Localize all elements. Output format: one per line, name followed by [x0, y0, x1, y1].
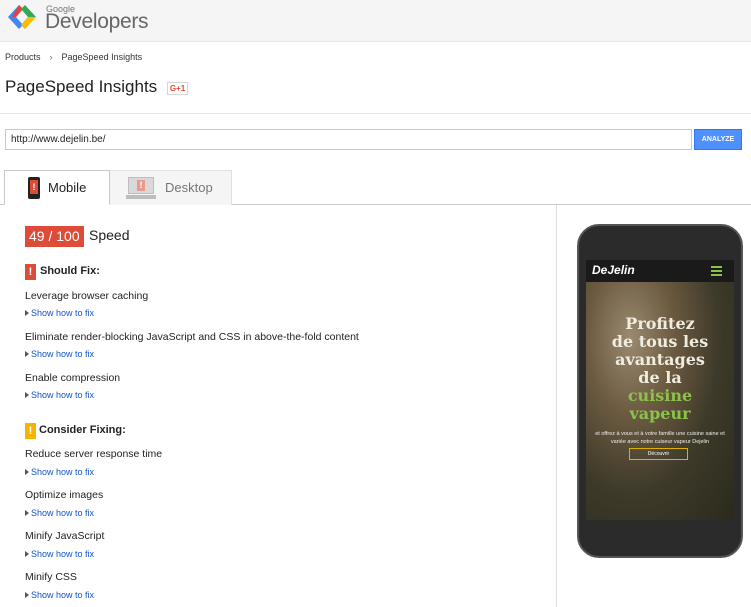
tab-mobile[interactable]: ! Mobile [4, 170, 110, 205]
mobile-phone-icon: ! [28, 177, 40, 199]
triangle-right-icon [25, 351, 29, 357]
gplus-button[interactable]: G+1 [167, 82, 188, 95]
triangle-right-icon [25, 510, 29, 516]
preview-navbar: DeJelin [586, 260, 734, 282]
rule-title: Leverage browser caching [25, 290, 149, 302]
chevron-right-icon: › [49, 52, 53, 62]
desktop-monitor-icon: ! [126, 177, 156, 200]
breadcrumb-item-products[interactable]: Products [5, 52, 41, 62]
triangle-right-icon [25, 310, 29, 316]
triangle-right-icon [25, 551, 29, 557]
mobile-preview-screen: DeJelin Profitez de tous les avantages d… [586, 260, 734, 520]
rule-title: Reduce server response time [25, 448, 163, 460]
breadcrumb-item-pagespeed[interactable]: PageSpeed Insights [62, 52, 143, 62]
show-how-to-fix-link[interactable]: Show how to fix [25, 467, 94, 477]
rule-title: Optimize images [25, 489, 104, 501]
mobile-preview-device: DeJelin Profitez de tous les avantages d… [577, 224, 743, 558]
google-developers-chevrons-icon[interactable] [5, 3, 39, 31]
show-how-to-fix-link[interactable]: Show how to fix [25, 349, 94, 359]
warning-yellow-icon: ! [25, 423, 36, 439]
show-how-to-fix-link[interactable]: Show how to fix [25, 390, 94, 400]
show-how-to-fix-link[interactable]: Show how to fix [25, 590, 94, 600]
show-how-to-fix-link[interactable]: Show how to fix [25, 549, 94, 559]
show-how-to-fix-link[interactable]: Show how to fix [25, 508, 94, 518]
score-label: Speed [89, 227, 130, 243]
triangle-right-icon [25, 392, 29, 398]
tab-desktop-label: Desktop [165, 180, 213, 195]
rule-title: Minify CSS [25, 571, 77, 583]
rule-title: Enable compression [25, 372, 121, 384]
page-title: PageSpeed Insights [5, 77, 158, 96]
top-bar: Google Developers [0, 0, 751, 42]
triangle-right-icon [25, 469, 29, 475]
logo-developers-text[interactable]: Developers [45, 10, 149, 34]
breadcrumb: Products › PageSpeed Insights [5, 52, 142, 62]
analyze-button[interactable]: ANALYZE [694, 129, 742, 150]
rule-title: Minify JavaScript [25, 530, 105, 542]
triangle-right-icon [25, 592, 29, 598]
warning-red-icon: ! [25, 264, 36, 280]
panel-divider [556, 205, 557, 607]
preview-brand-logo: DeJelin [592, 263, 635, 277]
tab-mobile-label: Mobile [48, 180, 87, 195]
device-tabs: ! Mobile ! Desktop [0, 170, 751, 205]
url-input[interactable] [5, 129, 692, 150]
rule-title: Eliminate render-blocking JavaScript and… [25, 331, 359, 343]
divider [0, 113, 751, 114]
hamburger-menu-icon [711, 266, 722, 276]
preview-cta-button: Découvrir [629, 448, 688, 460]
preview-headline: Profitez de tous les avantages de la cui… [611, 314, 709, 423]
score-badge: 49 / 100 [25, 226, 84, 247]
tab-desktop[interactable]: ! Desktop [110, 170, 232, 205]
preview-subline: et offrez à vous et à votre famille une … [595, 431, 725, 445]
show-how-to-fix-link[interactable]: Show how to fix [25, 308, 94, 318]
